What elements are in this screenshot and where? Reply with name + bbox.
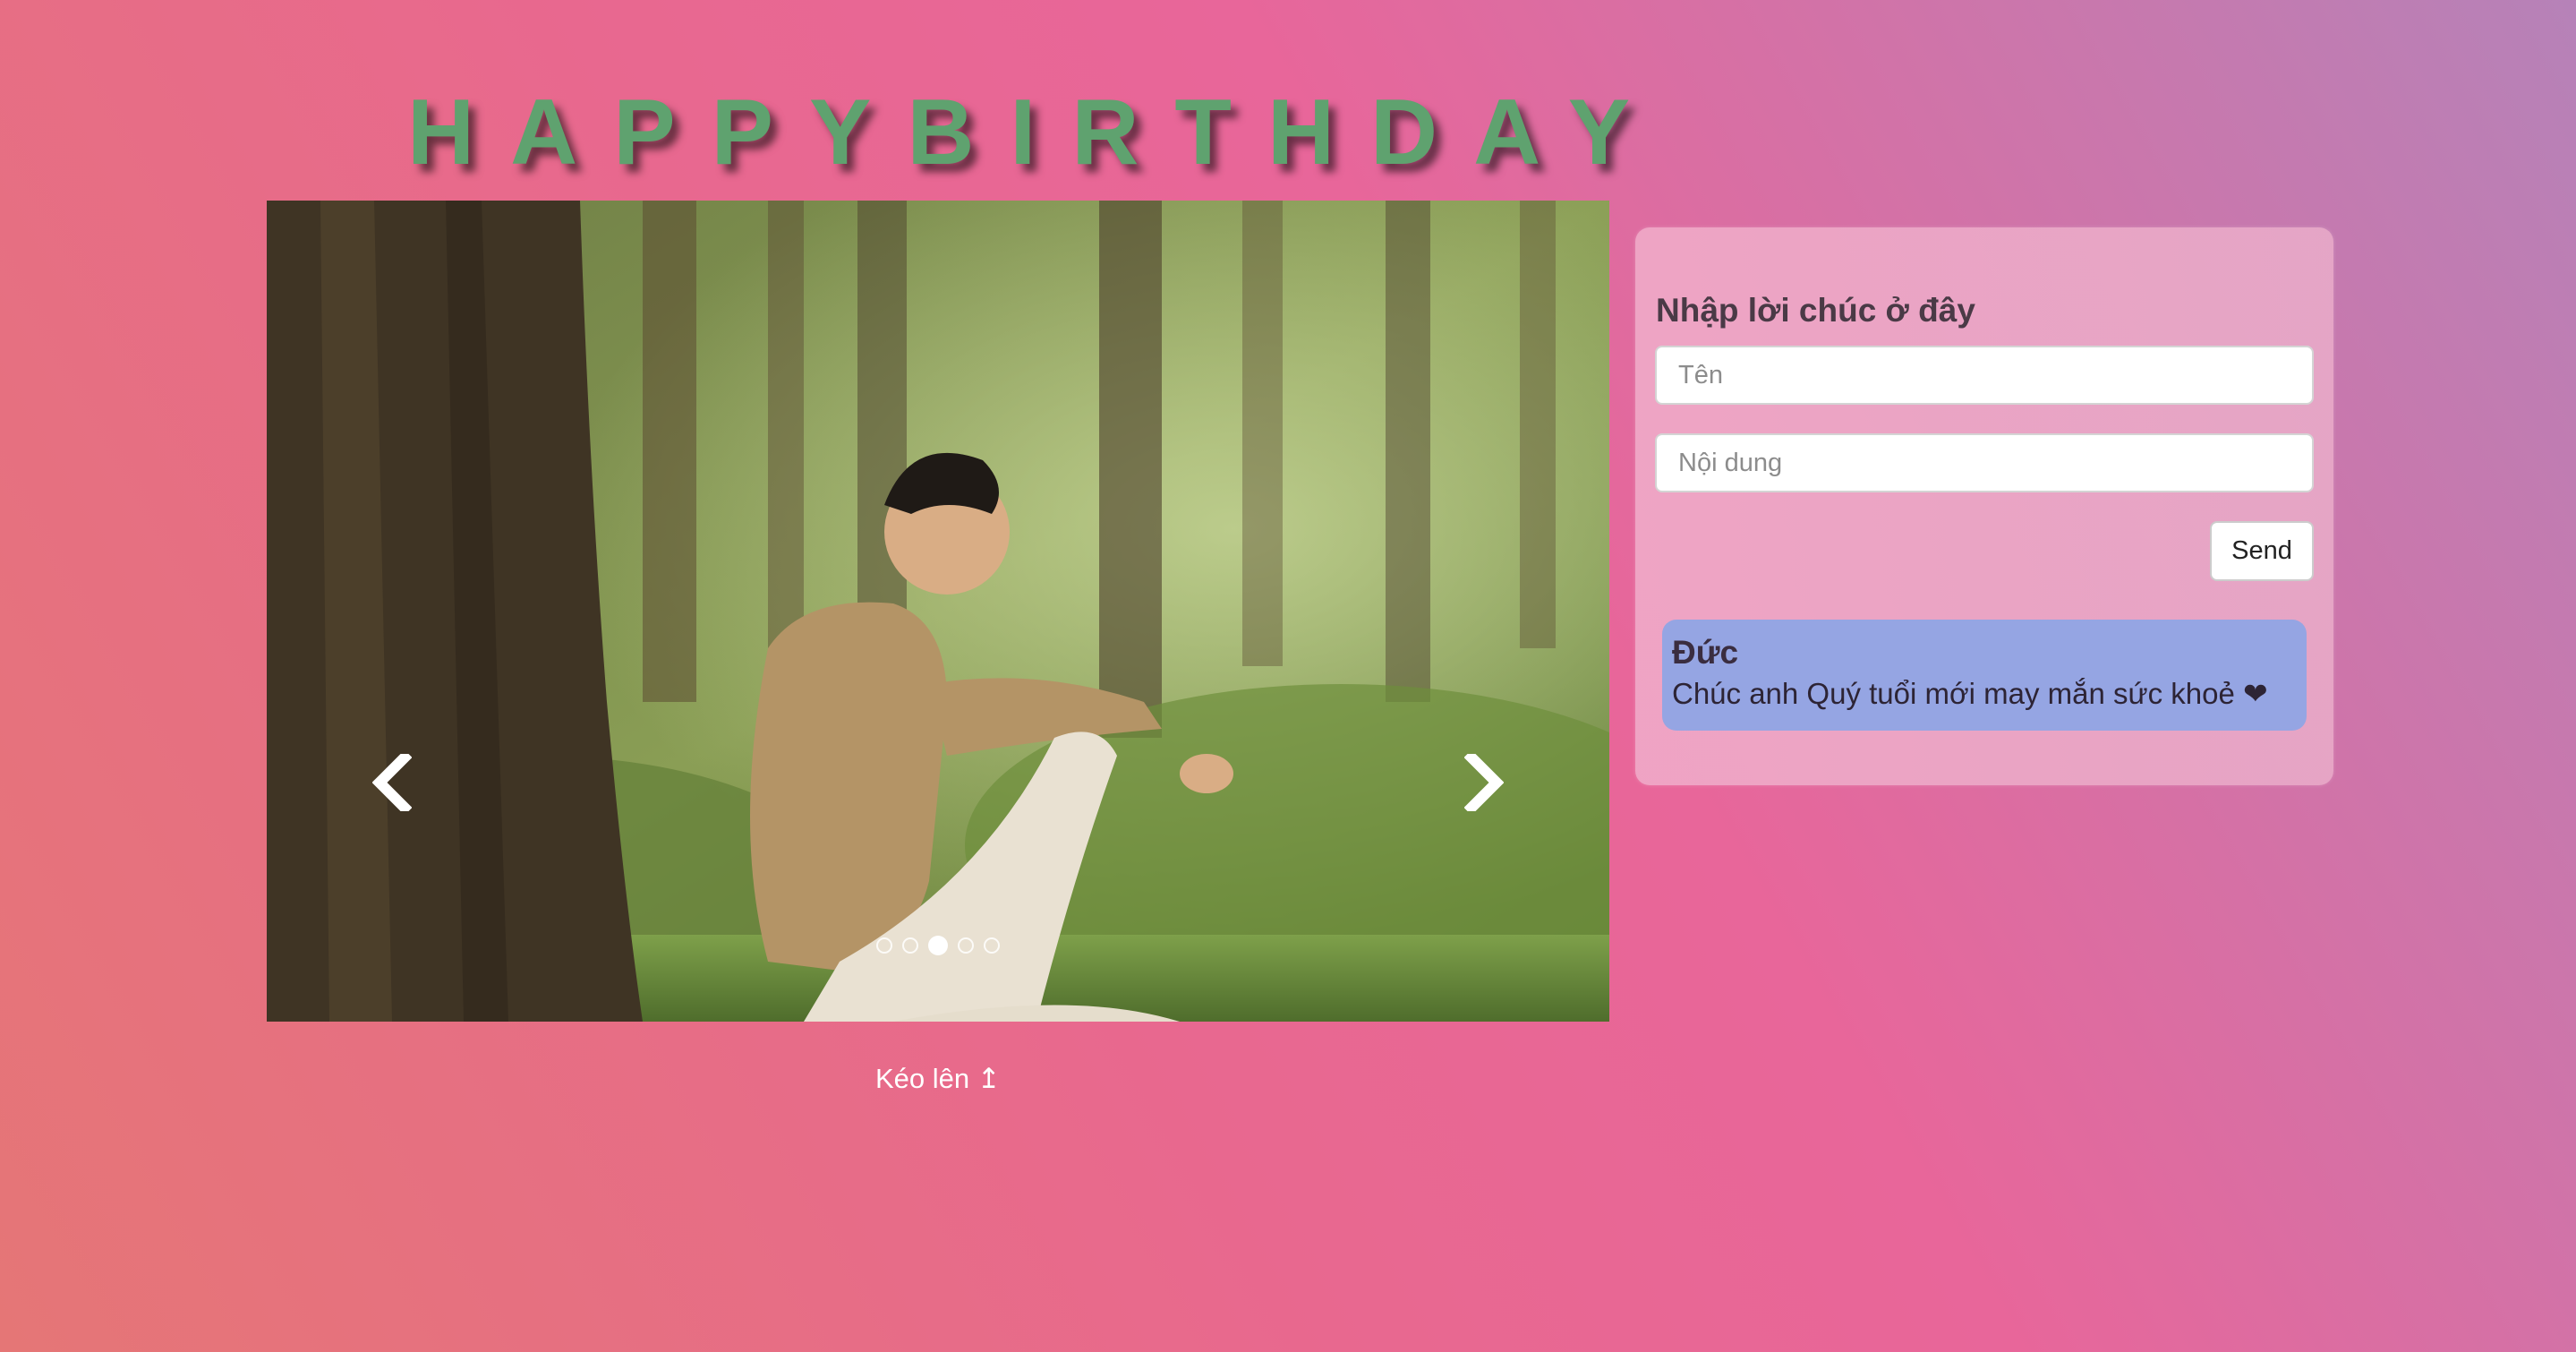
carousel-indicator-3[interactable] <box>928 936 948 955</box>
name-input[interactable] <box>1655 346 2314 405</box>
chevron-right-icon <box>1464 754 1504 811</box>
carousel-next-button[interactable] <box>1444 742 1524 823</box>
send-button[interactable]: Send <box>2210 521 2314 581</box>
wish-panel: Nhập lời chúc ở đây Send Đức Chúc anh Qu… <box>1635 227 2333 785</box>
carousel-slide-photo <box>267 201 1609 1022</box>
wish-card: Đức Chúc anh Quý tuổi mới may mắn sức kh… <box>1662 620 2307 731</box>
wish-form-heading: Nhập lời chúc ở đây <box>1656 292 1975 329</box>
wish-message: Chúc anh Quý tuổi mới may mắn sức khoẻ ❤ <box>1672 677 2268 710</box>
carousel-indicator-1[interactable] <box>876 937 892 954</box>
photo-carousel <box>267 201 1609 1022</box>
chevron-left-icon <box>372 754 412 811</box>
scroll-up-link[interactable]: Kéo lên ↥ <box>875 1063 1001 1095</box>
carousel-indicators <box>267 936 1609 955</box>
content-input[interactable] <box>1655 433 2314 492</box>
page-title: HAPPYBIRTHDAY <box>407 81 1667 184</box>
carousel-prev-button[interactable] <box>352 742 432 823</box>
wish-author: Đức <box>1672 634 1739 671</box>
carousel-indicator-4[interactable] <box>958 937 974 954</box>
carousel-indicator-5[interactable] <box>984 937 1000 954</box>
carousel-indicator-2[interactable] <box>902 937 918 954</box>
